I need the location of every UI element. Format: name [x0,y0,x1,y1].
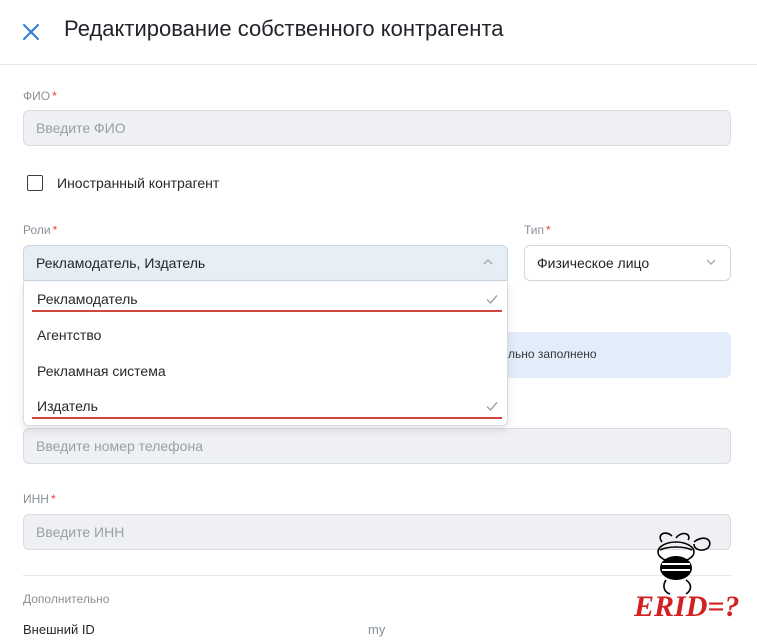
inn-label-text: ИНН [23,492,49,506]
inn-input[interactable]: Введите ИНН [23,514,731,550]
check-icon [486,295,498,305]
role-option-label: Агентство [37,327,102,343]
required-mark: * [52,223,58,237]
chevron-up-icon [483,259,493,265]
fio-label: ФИО * [23,89,57,103]
roles-label-text: Роли [23,223,51,237]
section-divider [23,575,731,576]
required-mark: * [546,223,551,237]
external-id-value: my [368,622,386,637]
phone-input[interactable]: Введите номер телефона [23,428,731,464]
page-title: Редактирование собственного контрагента [64,16,504,41]
roles-select[interactable]: Рекламодатель, Издатель [23,245,508,281]
external-id-label: Внешний ID [23,622,95,637]
fio-label-text: ФИО [23,89,51,103]
role-option-agency[interactable]: Агентство [24,318,509,354]
fio-placeholder: Введите ФИО [36,120,126,136]
close-button[interactable] [18,19,44,45]
role-option-label: Рекламная система [37,363,166,379]
chevron-down-icon [706,259,716,265]
type-select-value: Физическое лицо [537,255,650,271]
role-option-advertiser[interactable]: Рекламодатель [24,282,509,318]
check-icon [486,402,498,412]
inn-placeholder: Введите ИНН [36,524,125,540]
roles-select-value: Рекламодатель, Издатель [36,255,206,271]
inn-label: ИНН * [23,492,56,506]
type-select[interactable]: Физическое лицо [524,245,731,281]
dialog-header: Редактирование собственного контрагента [0,0,757,65]
role-option-ad-system[interactable]: Рекламная система [24,354,509,390]
erid-watermark-text: ERID=? [633,590,739,623]
required-mark: * [50,492,56,506]
highlight-underline [32,417,502,419]
foreign-counterparty-checkbox[interactable] [27,175,43,191]
erid-bee-watermark: ERID=? [633,532,739,623]
role-option-label: Рекламодатель [37,291,138,307]
fio-input[interactable]: Введите ФИО [23,110,731,146]
required-mark: * [52,89,57,103]
roles-dropdown: Рекламодатель Агентство Рекламная систем… [23,282,508,426]
role-option-publisher[interactable]: Издатель [24,389,509,425]
highlight-underline [32,310,502,312]
phone-placeholder: Введите номер телефона [36,438,203,454]
info-banner-text: льно заполнено [508,347,597,361]
type-label-text: Тип [524,223,545,237]
roles-label: Роли * [23,223,57,237]
additional-section-label: Дополнительно [23,592,110,606]
foreign-counterparty-label: Иностранный контрагент [57,175,220,191]
type-label: Тип * [524,223,551,237]
close-icon [23,24,39,40]
role-option-label: Издатель [37,398,98,414]
